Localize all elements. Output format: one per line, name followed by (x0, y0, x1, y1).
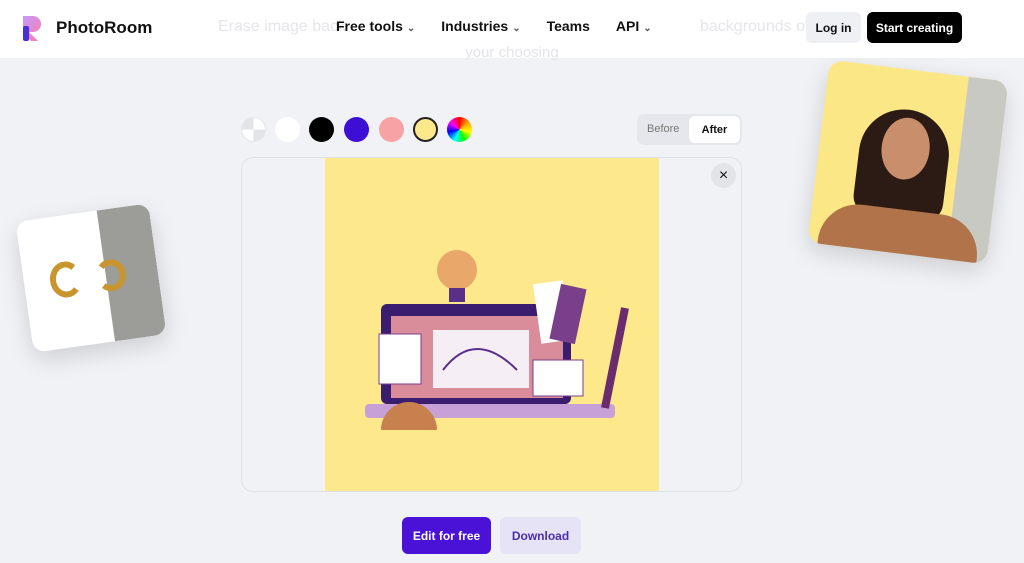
swatch-black[interactable] (309, 117, 334, 142)
nav-label: Industries (441, 18, 509, 34)
swatch-white[interactable] (275, 117, 300, 142)
earring-image (47, 259, 85, 300)
before-after-toggle: Before After (637, 114, 742, 145)
chevron-down-icon: ⌄ (643, 23, 652, 34)
hero-faded-line2: your choosing (465, 44, 559, 61)
nav-free-tools[interactable]: Free tools ⌄ (336, 18, 415, 34)
nav-label: Teams (546, 18, 590, 34)
nav-industries[interactable]: Industries ⌄ (441, 18, 520, 34)
nav-label: API (615, 18, 640, 34)
nav-api[interactable]: API ⌄ (616, 18, 652, 34)
swatch-yellow-selected[interactable] (413, 117, 438, 142)
computer-illustration (365, 250, 629, 430)
swatch-purple[interactable] (344, 117, 369, 142)
swatch-color-picker[interactable] (447, 117, 472, 142)
nav-teams[interactable]: Teams (547, 18, 590, 34)
image-canvas (241, 157, 742, 492)
main-nav: Free tools ⌄ Industries ⌄ Teams API ⌄ (336, 18, 652, 34)
before-tab[interactable]: Before (647, 123, 679, 135)
earrings-example-card (15, 203, 167, 353)
brand-logo[interactable]: PhotoRoom (20, 14, 152, 42)
close-icon[interactable]: × (711, 163, 736, 188)
edit-for-free-button[interactable]: Edit for free (402, 517, 491, 554)
swatch-pink[interactable] (379, 117, 404, 142)
portrait-example-card (807, 59, 1009, 265)
chevron-down-icon: ⌄ (512, 23, 521, 34)
photoroom-logo-icon (23, 16, 41, 41)
result-image (325, 158, 659, 491)
start-creating-button[interactable]: Start creating (867, 12, 962, 43)
chevron-down-icon: ⌄ (406, 23, 416, 34)
login-button[interactable]: Log in (806, 12, 861, 43)
download-button[interactable]: Download (500, 517, 581, 554)
after-tab[interactable]: After (689, 116, 740, 143)
brand-name: PhotoRoom (56, 18, 153, 37)
swatch-transparent[interactable] (241, 117, 266, 142)
nav-label: Free tools (336, 18, 403, 34)
